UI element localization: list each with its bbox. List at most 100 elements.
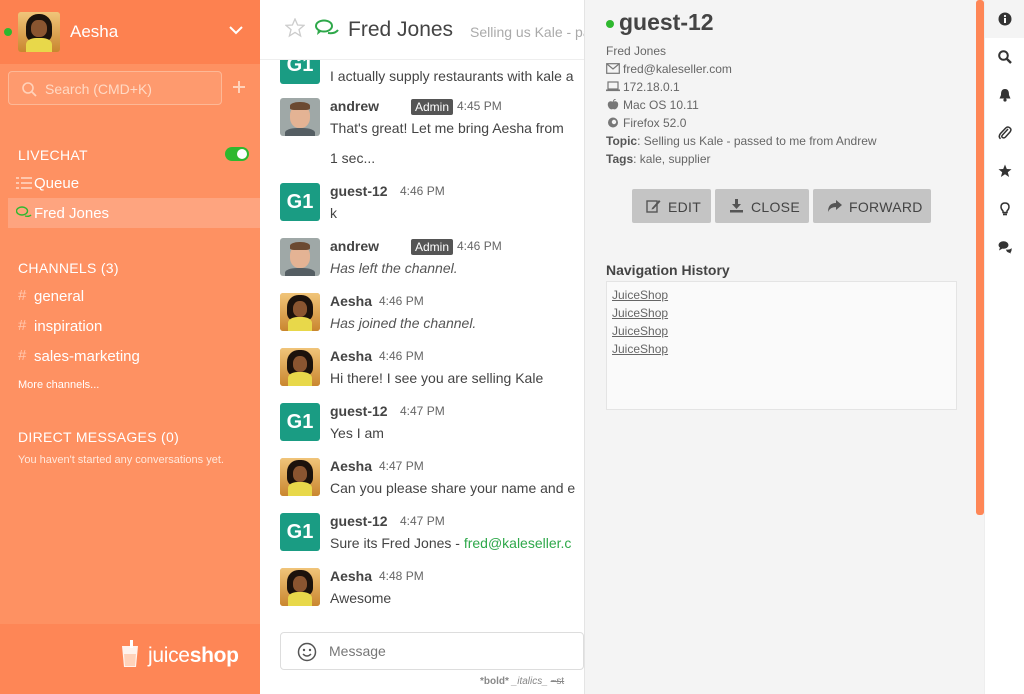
message-author[interactable]: andrew (330, 98, 379, 114)
search-box[interactable] (8, 71, 222, 105)
juice-cup-icon (122, 640, 138, 667)
info-icon (998, 12, 1012, 26)
navigation-history-link[interactable]: JuiceShop (612, 342, 668, 356)
message-time: 4:46 PM (457, 239, 502, 253)
direct-messages-section-title[interactable]: DIRECT MESSAGES (0) (18, 429, 179, 445)
message-author[interactable]: guest-12 (330, 513, 388, 529)
search-icon (998, 50, 1012, 64)
more-channels-link[interactable]: More channels... (18, 379, 99, 391)
edit-icon (646, 200, 661, 213)
user-header[interactable]: Aesha (0, 0, 260, 64)
add-icon[interactable] (232, 80, 246, 94)
close-button[interactable]: CLOSE (715, 189, 809, 223)
sidebar-item-sales-marketing[interactable]: # sales-marketing (8, 341, 260, 371)
livechat-toggle[interactable] (225, 147, 249, 161)
message-text: 1 sec... (330, 150, 376, 166)
message-input[interactable] (329, 641, 579, 661)
search-input[interactable] (45, 79, 217, 99)
sidebar: Aesha LIVECHAT Queue Fred Jones CHANNELS… (0, 0, 260, 694)
sidebar-item-queue[interactable]: Queue (8, 168, 260, 198)
sidebar-item-fred-jones[interactable]: Fred Jones (8, 198, 260, 228)
visitor-browser: Firefox 52.0 (623, 116, 687, 130)
envelope-icon (606, 63, 620, 74)
andrew-avatar[interactable] (280, 98, 320, 136)
brand-name-part1: juice (148, 644, 190, 667)
search-icon (22, 82, 37, 97)
topic-label: Topic (606, 134, 638, 148)
sidebar-item-label: Queue (34, 175, 80, 192)
navigation-history-link[interactable]: JuiceShop (612, 306, 668, 320)
info-panel-scrollbar-thumb[interactable] (976, 0, 984, 515)
visitor-full-name: Fred Jones (606, 44, 667, 58)
aesha-avatar[interactable] (280, 293, 320, 331)
edit-button[interactable]: EDIT (632, 189, 711, 223)
message-time: 4:46 PM (379, 294, 424, 308)
bell-icon (999, 89, 1011, 102)
email-link[interactable]: fred@kaleseller.c (464, 535, 572, 551)
chevron-down-icon[interactable] (228, 24, 244, 36)
visitor-topic-row: Topic: Selling us Kale - passed to me fr… (606, 134, 877, 148)
sidebar-item-inspiration[interactable]: # inspiration (8, 311, 260, 341)
visitor-email[interactable]: fred@kaleseller.com (623, 62, 732, 76)
toolbar-notifications-button[interactable] (985, 76, 1024, 114)
download-icon (730, 199, 743, 213)
message-author[interactable]: andrew (330, 238, 379, 254)
laptop-icon (606, 81, 620, 92)
guest-avatar[interactable]: G1 (280, 513, 320, 551)
toolbar-starred-button[interactable] (985, 152, 1024, 190)
message-author[interactable]: guest-12 (330, 403, 388, 419)
guest-avatar[interactable]: G1 (280, 183, 320, 221)
channels-section-title[interactable]: CHANNELS (3) (18, 260, 119, 276)
message-author[interactable]: guest-12 (330, 183, 388, 199)
navigation-history-list: JuiceShop JuiceShop JuiceShop JuiceShop (606, 281, 957, 410)
toolbar-search-button[interactable] (985, 38, 1024, 76)
guest-avatar[interactable]: G1 (280, 403, 320, 441)
navigation-history-link[interactable]: JuiceShop (612, 288, 668, 302)
forward-button-label: FORWARD (849, 199, 923, 215)
message-author[interactable]: Aesha (330, 458, 372, 474)
hash-icon: # (18, 287, 27, 304)
message-time: 4:47 PM (400, 514, 445, 528)
hash-icon: # (18, 317, 27, 334)
room-header: Fred Jones Selling us Kale - passed to m… (260, 0, 584, 60)
formatting-hint: *bold* _italics_ ~st (480, 676, 564, 687)
toolbar-files-button[interactable] (985, 114, 1024, 152)
sidebar-item-label: Fred Jones (34, 205, 110, 222)
message-author[interactable]: Aesha (330, 568, 372, 584)
toolbar-info-button[interactable] (985, 0, 1024, 38)
aesha-avatar[interactable] (280, 348, 320, 386)
visitor-topic: Selling us Kale - passed to me from Andr… (643, 134, 877, 148)
message-text: Hi there! I see you are selling Kale (330, 370, 544, 386)
apple-icon (607, 99, 619, 110)
forward-button[interactable]: FORWARD (813, 189, 931, 223)
room-toolbar (984, 0, 1024, 694)
list-icon (16, 177, 32, 189)
no-direct-messages-text: You haven't started any conversations ye… (18, 454, 224, 466)
message-time: 4:47 PM (379, 459, 424, 473)
emoji-icon[interactable] (297, 642, 317, 662)
brand-name-part2: shop (189, 644, 239, 667)
share-arrow-icon (828, 200, 842, 212)
paperclip-icon (998, 126, 1012, 140)
visitor-browser-row: Firefox 52.0 (606, 116, 686, 130)
aesha-avatar[interactable] (280, 458, 320, 496)
message-author[interactable]: Aesha (330, 348, 372, 364)
user-avatar[interactable] (18, 12, 60, 52)
message-composer[interactable] (280, 632, 584, 670)
hint-bold: *bold* (480, 676, 509, 687)
edit-button-label: EDIT (668, 199, 702, 215)
toolbar-discussion-button[interactable] (985, 228, 1024, 266)
message-text: Yes I am (330, 425, 384, 441)
user-name[interactable]: Aesha (70, 22, 118, 42)
toolbar-suggestions-button[interactable] (985, 190, 1024, 228)
navigation-history-link[interactable]: JuiceShop (612, 324, 668, 338)
hint-strike: ~st (550, 676, 565, 687)
sidebar-item-general[interactable]: # general (8, 281, 260, 311)
message-author[interactable]: Aesha (330, 293, 372, 309)
message-time: 4:48 PM (379, 569, 424, 583)
andrew-avatar[interactable] (280, 238, 320, 276)
aesha-avatar[interactable] (280, 568, 320, 606)
sidebar-item-label: inspiration (34, 318, 103, 335)
message-time: 4:47 PM (400, 404, 445, 418)
star-outline-icon[interactable] (285, 18, 305, 38)
